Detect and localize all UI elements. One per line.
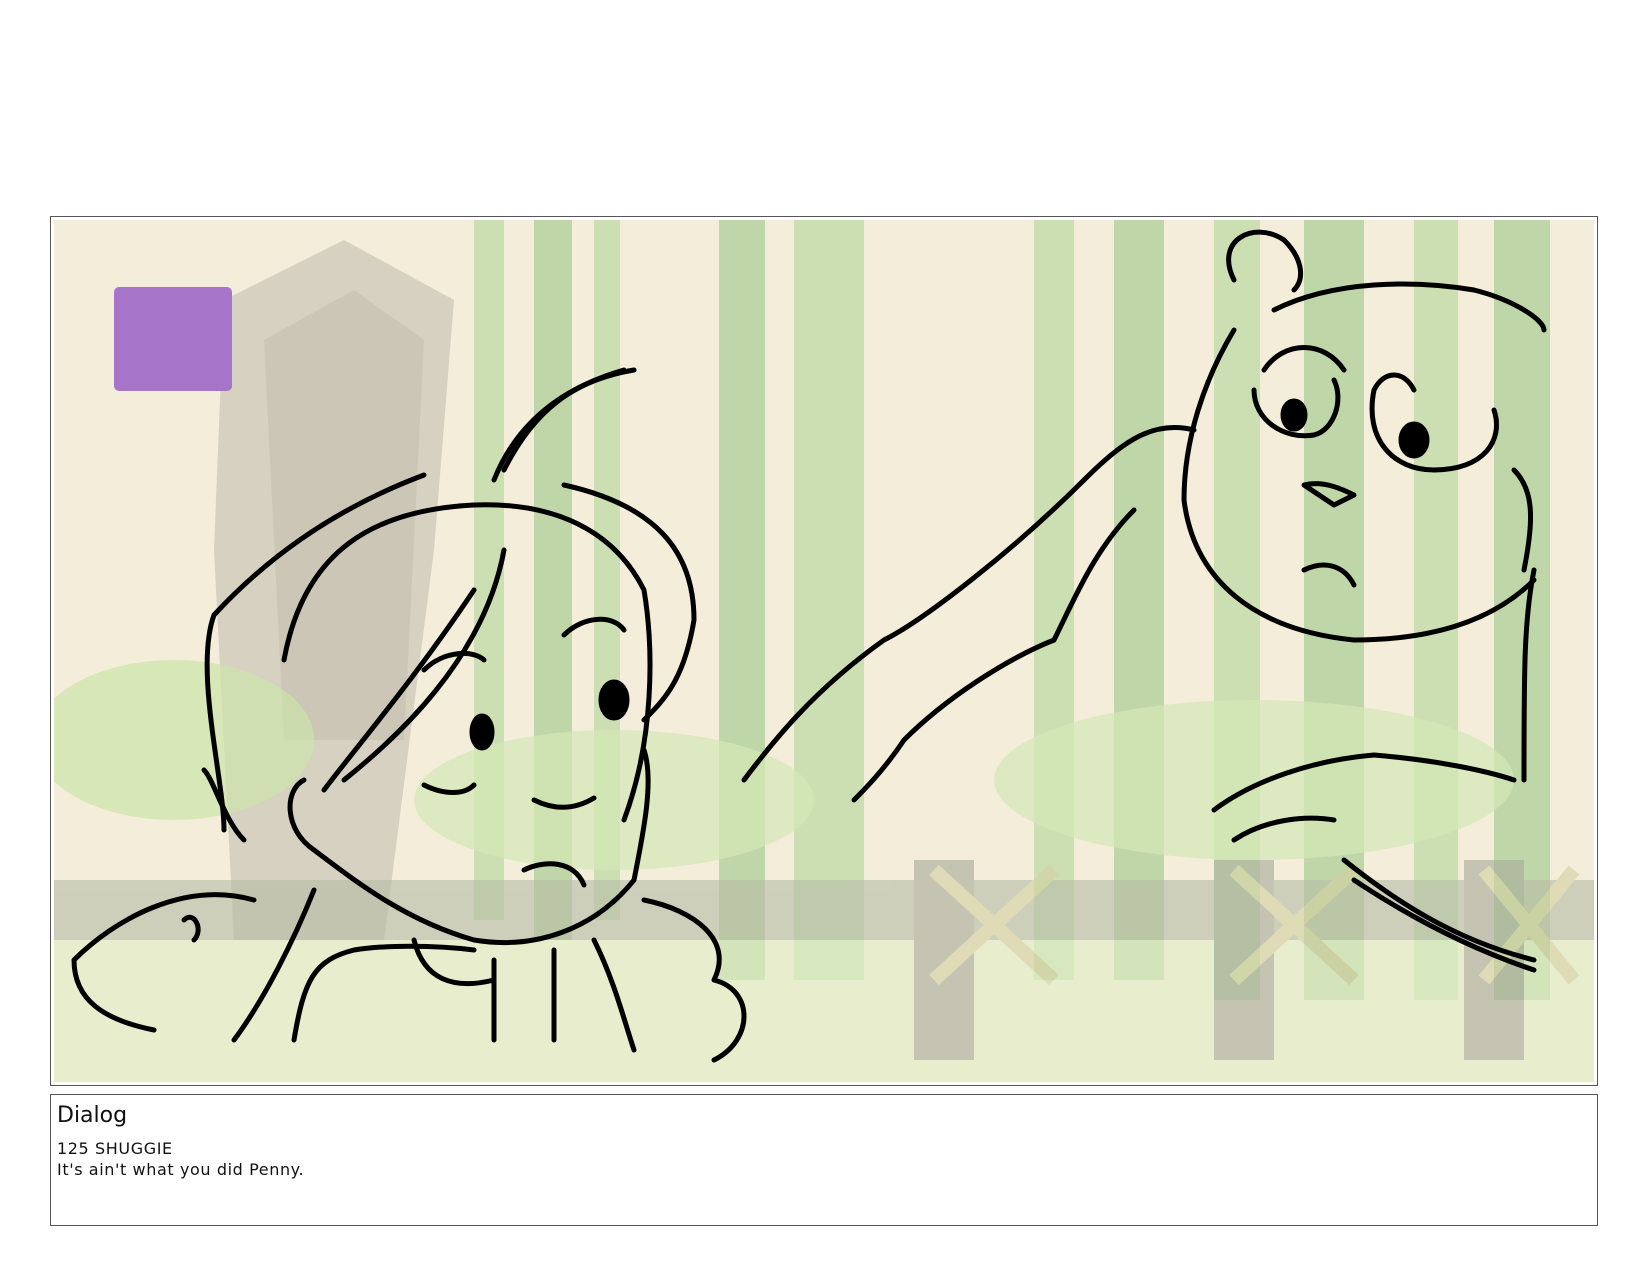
dialog-box: Dialog 125 SHUGGIE It's ain't what you d… [50, 1094, 1598, 1226]
storyboard-panel-image [54, 220, 1594, 1082]
dialog-line: It's ain't what you did Penny. [57, 1160, 305, 1179]
storyboard-sketch [54, 220, 1594, 1082]
panel-color-marker [114, 287, 232, 391]
storyboard-panel-frame [50, 216, 1598, 1086]
dialog-heading: Dialog [57, 1103, 128, 1128]
dialog-speaker: 125 SHUGGIE [57, 1139, 173, 1158]
